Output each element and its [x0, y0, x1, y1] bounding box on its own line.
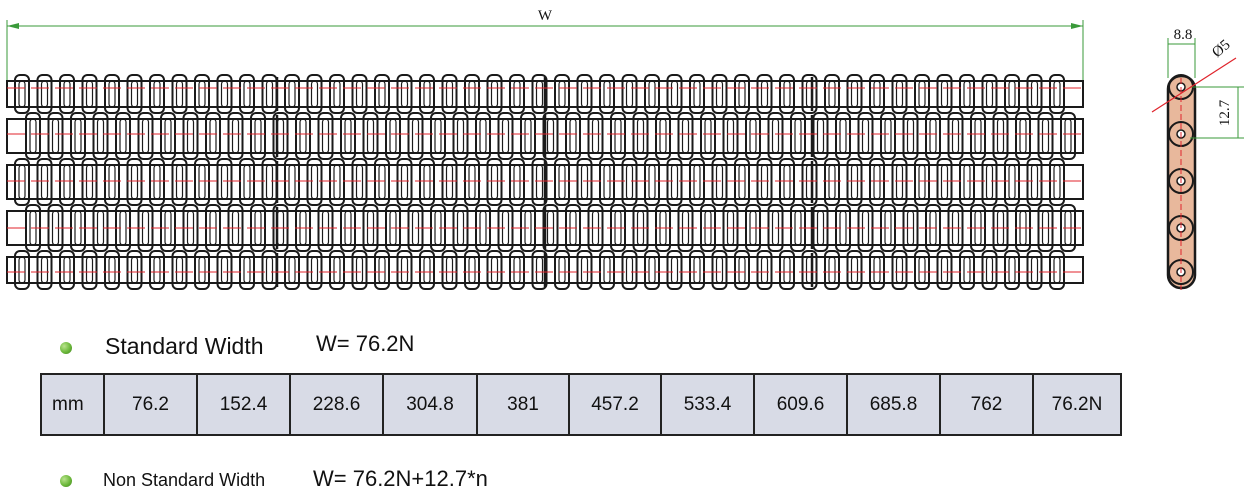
table-cell: 533.4: [660, 373, 755, 436]
table-cell: 685.8: [846, 373, 941, 436]
table-cell: 76.2: [103, 373, 198, 436]
table-cell: 609.6: [753, 373, 848, 436]
side-hole-label: Ø5: [1209, 37, 1233, 61]
table-cell: 457.2: [568, 373, 662, 436]
belt-side-view: 8.8 12.7 Ø5: [1151, 27, 1244, 290]
side-width-label: 8.8: [1174, 27, 1193, 43]
standard-width-table: mm 76.2 152.4 228.6 304.8 381 457.2 533.…: [40, 373, 1122, 436]
side-pitch-label: 12.7: [1217, 99, 1233, 126]
table-row: mm 76.2 152.4 228.6 304.8 381 457.2 533.…: [40, 373, 1122, 436]
non-standard-width-bullet-icon: [60, 475, 72, 487]
standard-width-label: Standard Width: [105, 333, 264, 359]
table-cell: 762: [939, 373, 1034, 436]
table-cell: 76.2N: [1032, 373, 1122, 436]
belt-row: [6, 112, 1084, 160]
table-cell: 228.6: [289, 373, 384, 436]
standard-width-bullet-icon: [60, 342, 72, 354]
non-standard-width-label: Non Standard Width: [103, 470, 266, 490]
belt-row: [6, 74, 1084, 114]
standard-width-formula: W= 76.2N: [316, 331, 415, 356]
non-standard-width-formula: W= 76.2N+12.7*n: [313, 466, 488, 491]
belt-row: [6, 158, 1084, 206]
table-cell: 152.4: [196, 373, 291, 436]
belt-row: [6, 250, 1084, 290]
table-unit-cell: mm: [40, 373, 105, 436]
belt-plan-view: [6, 74, 1084, 290]
belt-drawing: W 8.8 12.7 Ø5: [6, 8, 1244, 290]
table-cell: 381: [476, 373, 570, 436]
table-cell: 304.8: [382, 373, 478, 436]
width-dimension-label: W: [538, 8, 553, 24]
